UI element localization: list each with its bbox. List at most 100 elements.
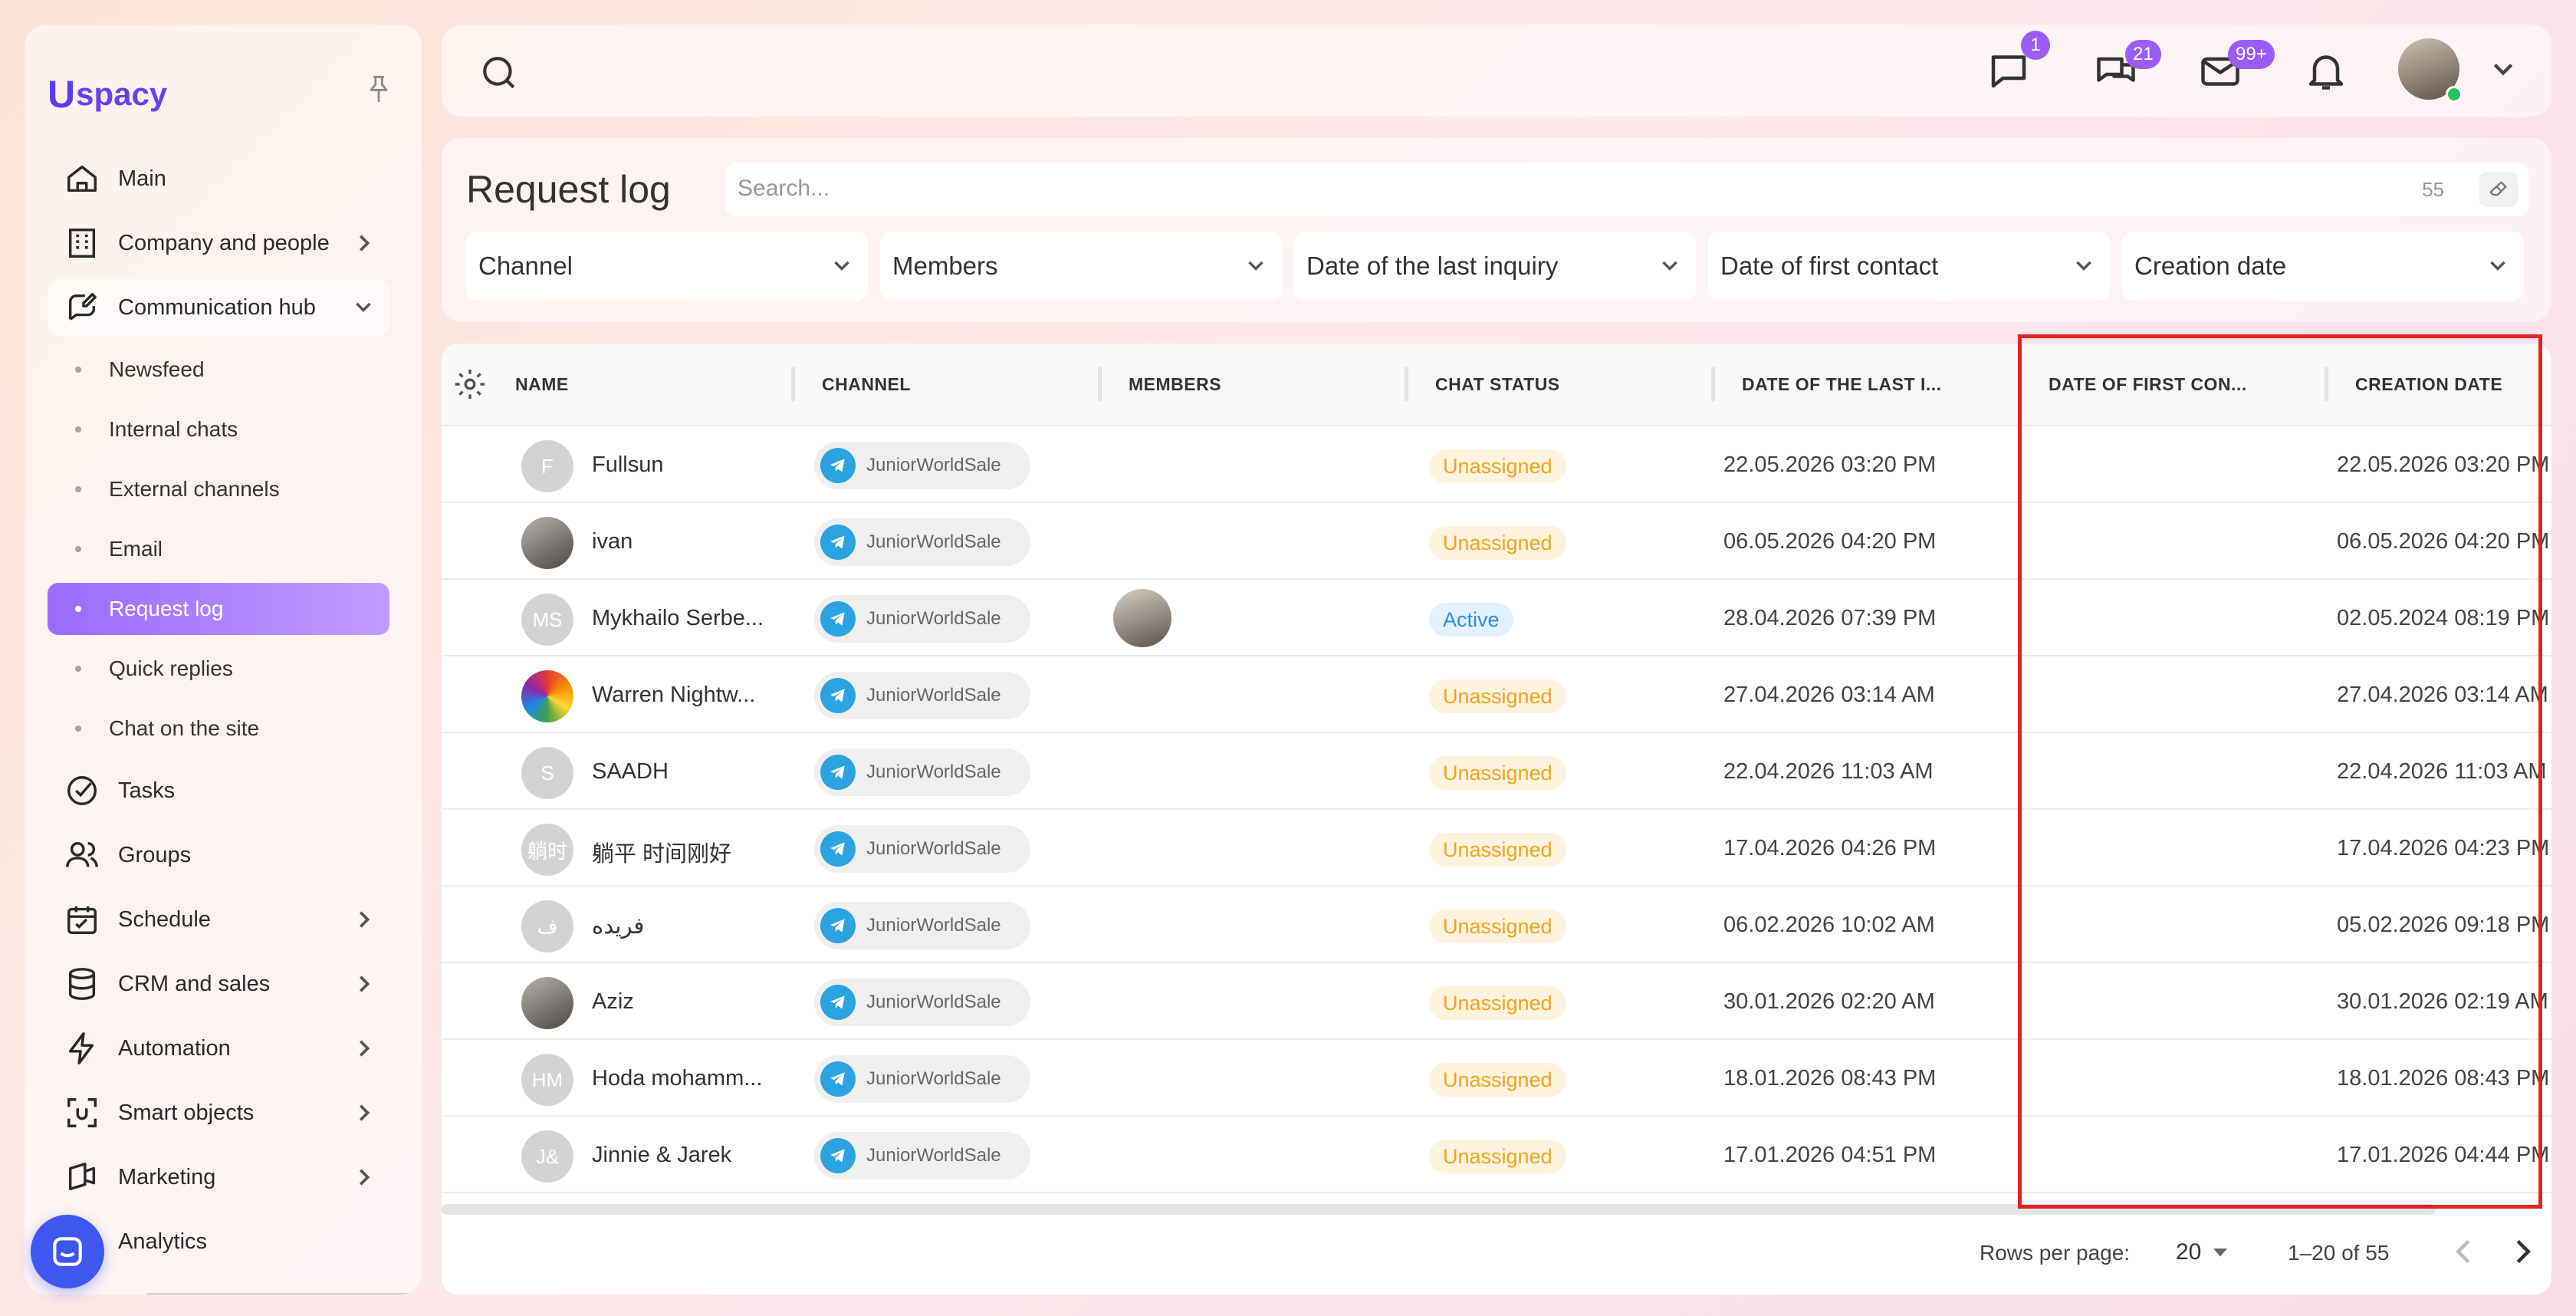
users-icon bbox=[66, 841, 98, 867]
sidebar-item-label: Company and people bbox=[118, 230, 330, 255]
member-avatar[interactable] bbox=[1113, 589, 1171, 647]
building-icon bbox=[68, 229, 96, 258]
channel-name: JuniorWorldSale bbox=[866, 1145, 1001, 1166]
sidebar-item-communication-hub[interactable]: Communication hub bbox=[48, 279, 389, 336]
chevron-left-icon[interactable] bbox=[2452, 1238, 2475, 1265]
clear-filters-button[interactable] bbox=[2479, 172, 2518, 207]
logo[interactable]: U spacy bbox=[48, 72, 167, 117]
contact-name[interactable]: ivan bbox=[592, 529, 632, 554]
channel-chip: JuniorWorldSale bbox=[814, 1132, 1030, 1179]
channel-name: JuniorWorldSale bbox=[866, 992, 1001, 1012]
filter-label: Creation date bbox=[2134, 252, 2287, 280]
chevron-down-icon bbox=[2490, 261, 2505, 271]
contact-name[interactable]: 躺平 时间刚好 bbox=[592, 836, 731, 868]
channel-name: JuniorWorldSale bbox=[866, 838, 1001, 859]
chevron-right-icon[interactable] bbox=[2512, 1238, 2535, 1265]
chevron-down-icon[interactable] bbox=[2492, 60, 2515, 80]
column-resizer[interactable] bbox=[1098, 367, 1102, 402]
contact-name[interactable]: Jinnie & Jarek bbox=[592, 1143, 731, 1168]
channel-name: JuniorWorldSale bbox=[866, 531, 1001, 552]
members-filter[interactable]: Members bbox=[880, 232, 1282, 301]
sidebar-subitem-internal-chats[interactable]: Internal chats bbox=[48, 403, 389, 456]
channel-chip: JuniorWorldSale bbox=[814, 748, 1030, 796]
chevron-down-icon bbox=[1248, 261, 1263, 271]
chevron-right-icon bbox=[359, 235, 370, 252]
sidebar-item-label: Automation bbox=[118, 1035, 231, 1061]
caret-down-icon[interactable] bbox=[2213, 1249, 2228, 1258]
sidebar-item-schedule[interactable]: Schedule bbox=[48, 891, 389, 948]
sidebar-item-main[interactable]: Main bbox=[48, 150, 389, 207]
chevron-right-icon bbox=[359, 1040, 370, 1057]
sidebar-item-label: Schedule bbox=[118, 906, 211, 932]
last-inquiry-date: 28.04.2026 07:39 PM bbox=[1723, 606, 1937, 630]
sidebar-item-crm-and-sales[interactable]: CRM and sales bbox=[48, 956, 389, 1012]
status-badge: Unassigned bbox=[1429, 1140, 1566, 1173]
column-resizer[interactable] bbox=[1711, 367, 1715, 402]
home-icon bbox=[67, 165, 97, 192]
telegram-icon bbox=[820, 755, 856, 790]
last-inquiry-filter[interactable]: Date of the last inquiry bbox=[1294, 232, 1696, 301]
first-contact-filter[interactable]: Date of first contact bbox=[1708, 232, 2110, 301]
bullet bbox=[75, 606, 81, 612]
sidebar-subitem-external-channels[interactable]: External channels bbox=[48, 463, 389, 515]
telegram-icon bbox=[820, 678, 856, 713]
column-header-chat-status[interactable]: CHAT STATUS bbox=[1435, 374, 1560, 395]
pin-icon[interactable] bbox=[365, 74, 393, 104]
search-icon[interactable] bbox=[480, 54, 518, 92]
column-header-channel[interactable]: CHANNEL bbox=[822, 374, 911, 395]
column-resizer[interactable] bbox=[791, 367, 795, 402]
sidebar-item-tasks[interactable]: Tasks bbox=[48, 762, 389, 819]
rows-per-page-label: Rows per page: bbox=[1980, 1241, 2131, 1265]
status-badge: Unassigned bbox=[1429, 986, 1566, 1020]
column-header-members[interactable]: MEMBERS bbox=[1129, 374, 1221, 395]
sidebar-subitem-chat-on-the-site[interactable]: Chat on the site bbox=[48, 702, 389, 755]
sidebar-subitem-newsfeed[interactable]: Newsfeed bbox=[48, 344, 389, 396]
search-input[interactable] bbox=[738, 172, 2348, 206]
filter-label: Date of the last inquiry bbox=[1306, 252, 1559, 280]
sidebar-subitem-quick-replies[interactable]: Quick replies bbox=[48, 643, 389, 695]
channel-chip: JuniorWorldSale bbox=[814, 442, 1030, 489]
gear-icon[interactable] bbox=[452, 367, 488, 402]
sidebar-item-label: Analytics bbox=[118, 1229, 208, 1254]
status-badge: Unassigned bbox=[1429, 833, 1566, 867]
contact-name[interactable]: Fullsun bbox=[592, 452, 664, 478]
contact-name[interactable]: SAADH bbox=[592, 759, 669, 785]
column-header-last-inquiry[interactable]: DATE OF THE LAST I... bbox=[1742, 374, 1942, 395]
bullet bbox=[75, 486, 81, 492]
search-field[interactable]: 55 bbox=[725, 163, 2528, 216]
sidebar-subitem-request-log[interactable]: Request log bbox=[48, 583, 389, 635]
telegram-icon bbox=[820, 601, 856, 637]
sidebar-subitem-label: Request log bbox=[109, 597, 224, 620]
contact-name[interactable]: Hoda mohamm... bbox=[592, 1066, 762, 1091]
bullet bbox=[75, 426, 81, 433]
sidebar-item-label: Marketing bbox=[118, 1164, 216, 1189]
creation-date-filter[interactable]: Creation date bbox=[2122, 232, 2524, 301]
sidebar-item-groups[interactable]: Groups bbox=[48, 827, 389, 883]
sidebar-subitem-email[interactable]: Email bbox=[48, 523, 389, 575]
contact-avatar: F bbox=[521, 440, 573, 492]
sidebar: U spacy Main Company and people Communic… bbox=[25, 25, 422, 1295]
status-badge: Unassigned bbox=[1429, 449, 1566, 483]
channel-chip: JuniorWorldSale bbox=[814, 1055, 1030, 1103]
channel-filter[interactable]: Channel bbox=[466, 232, 868, 301]
contact-name[interactable]: فريده bbox=[592, 913, 644, 939]
support-chat-button[interactable] bbox=[31, 1215, 104, 1288]
contact-name[interactable]: Warren Nightw... bbox=[592, 683, 755, 708]
sidebar-item-smart-objects[interactable]: Smart objects bbox=[48, 1084, 389, 1141]
filter-panel: Request log 55 Channel Members Date of t… bbox=[442, 138, 2551, 322]
chevron-down-icon bbox=[356, 302, 371, 312]
bell-icon[interactable] bbox=[2303, 48, 2349, 94]
column-resizer[interactable] bbox=[1405, 367, 1408, 402]
sidebar-item-label: Smart objects bbox=[118, 1100, 255, 1125]
sidebar-item-label: Groups bbox=[118, 842, 192, 867]
rows-per-page-select[interactable]: 20 bbox=[2176, 1239, 2201, 1265]
contact-name[interactable]: Mykhailo Serbe... bbox=[592, 606, 764, 631]
last-inquiry-date: 22.04.2026 11:03 AM bbox=[1723, 759, 1934, 784]
sidebar-item-automation[interactable]: Automation bbox=[48, 1020, 389, 1077]
telegram-icon bbox=[820, 525, 856, 560]
last-inquiry-date: 06.05.2026 04:20 PM bbox=[1723, 529, 1937, 554]
sidebar-item-company-and-people[interactable]: Company and people bbox=[48, 215, 389, 271]
contact-name[interactable]: Aziz bbox=[592, 989, 634, 1015]
sidebar-item-marketing[interactable]: Marketing bbox=[48, 1149, 389, 1206]
column-header-name[interactable]: NAME bbox=[515, 374, 569, 395]
